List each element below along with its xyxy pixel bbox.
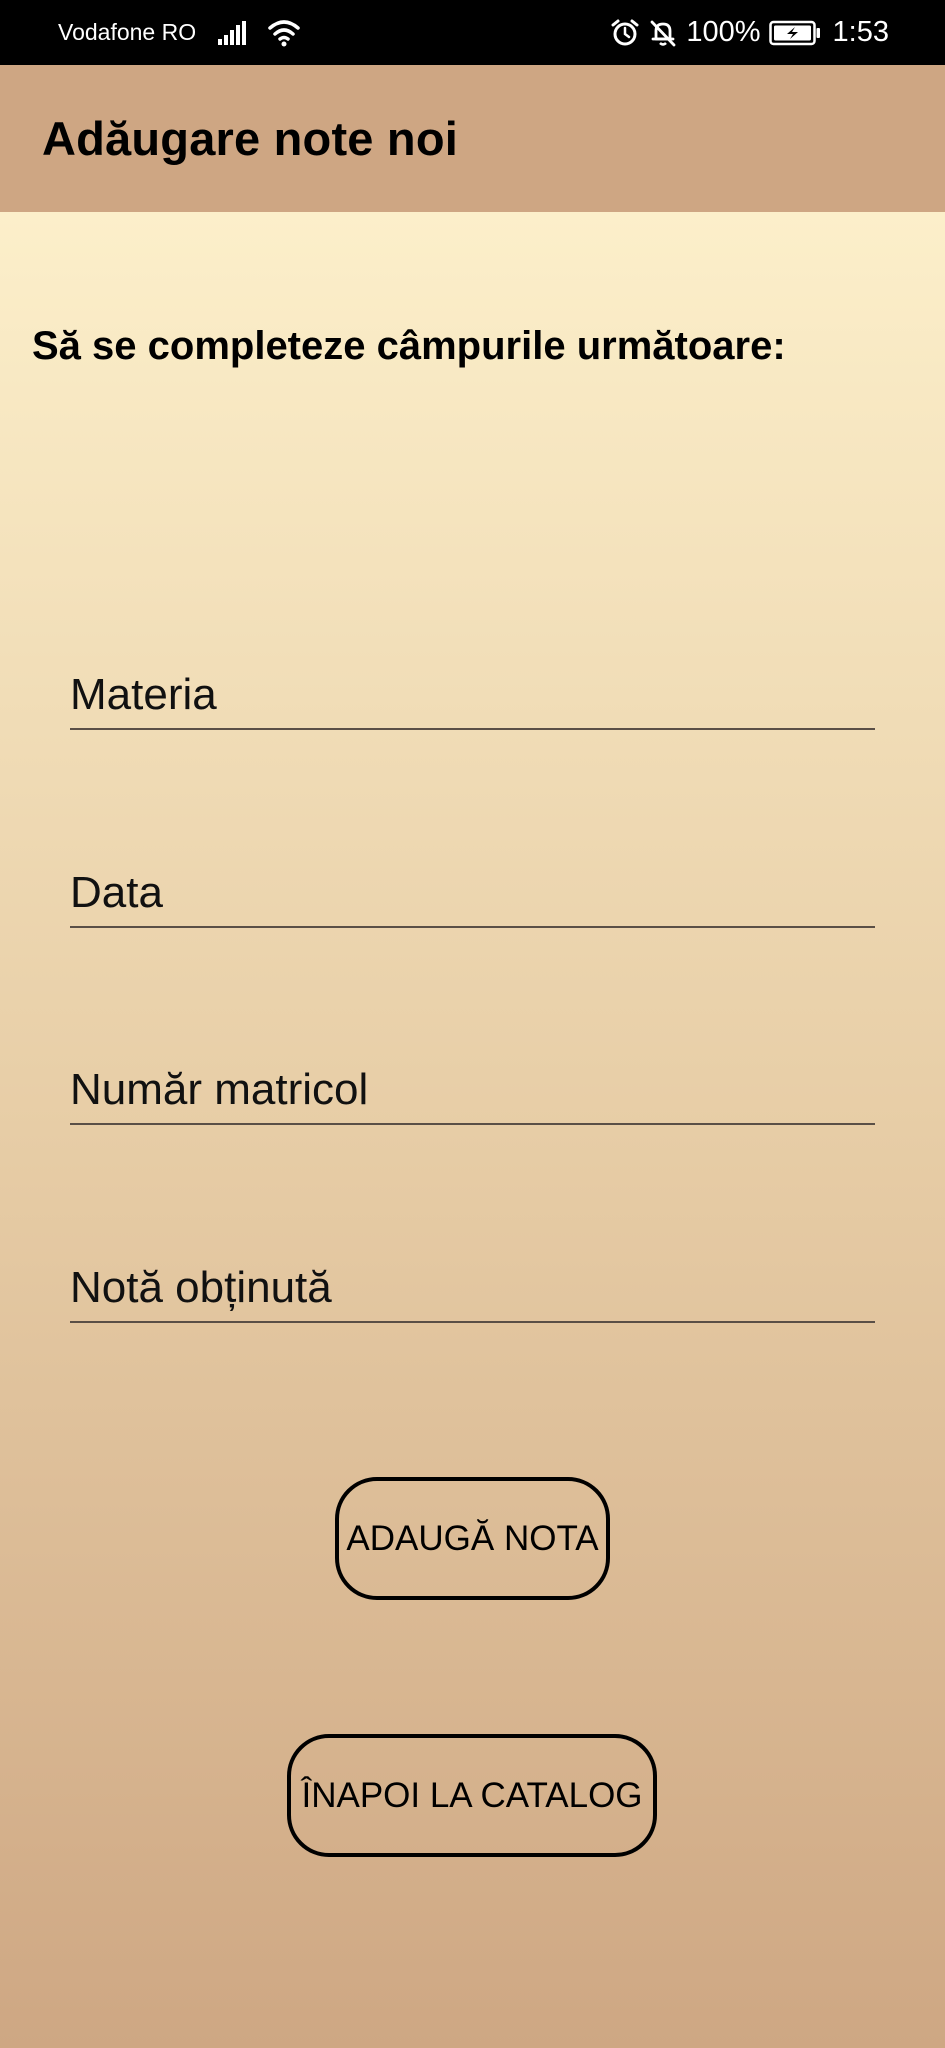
alarm-icon (610, 18, 640, 48)
subject-field (70, 664, 875, 730)
date-input[interactable] (70, 862, 875, 924)
status-bar: Vodafone RO 100% 1:53 (0, 0, 945, 65)
subject-input[interactable] (70, 664, 875, 726)
wifi-icon (268, 19, 300, 47)
status-left: Vodafone RO (58, 0, 300, 65)
battery-charging-icon (768, 20, 821, 46)
form-instruction: Să se completeze câmpurile următoare: (32, 324, 786, 368)
form-content: Să se completeze câmpurile următoare: AD… (0, 212, 945, 2048)
grade-input[interactable] (70, 1257, 875, 1319)
date-field (70, 862, 875, 928)
clock: 1:53 (832, 16, 889, 48)
add-grade-button[interactable]: ADAUGĂ NOTA (335, 1477, 610, 1600)
battery-percent: 100% (686, 16, 761, 48)
app-bar: Adăugare note noi (0, 65, 945, 212)
signal-icon (218, 20, 247, 45)
bell-off-icon (648, 18, 678, 48)
page-title: Adăugare note noi (42, 112, 458, 165)
status-right: 100% 1:53 (610, 0, 889, 65)
carrier-name: Vodafone RO (58, 19, 197, 45)
grade-field (70, 1257, 875, 1323)
student-id-field (70, 1059, 875, 1125)
student-id-input[interactable] (70, 1059, 875, 1121)
screen: Vodafone RO 100% 1:53 Adăugare note noi … (0, 0, 945, 2048)
back-to-catalog-button[interactable]: ÎNAPOI LA CATALOG (287, 1734, 657, 1857)
